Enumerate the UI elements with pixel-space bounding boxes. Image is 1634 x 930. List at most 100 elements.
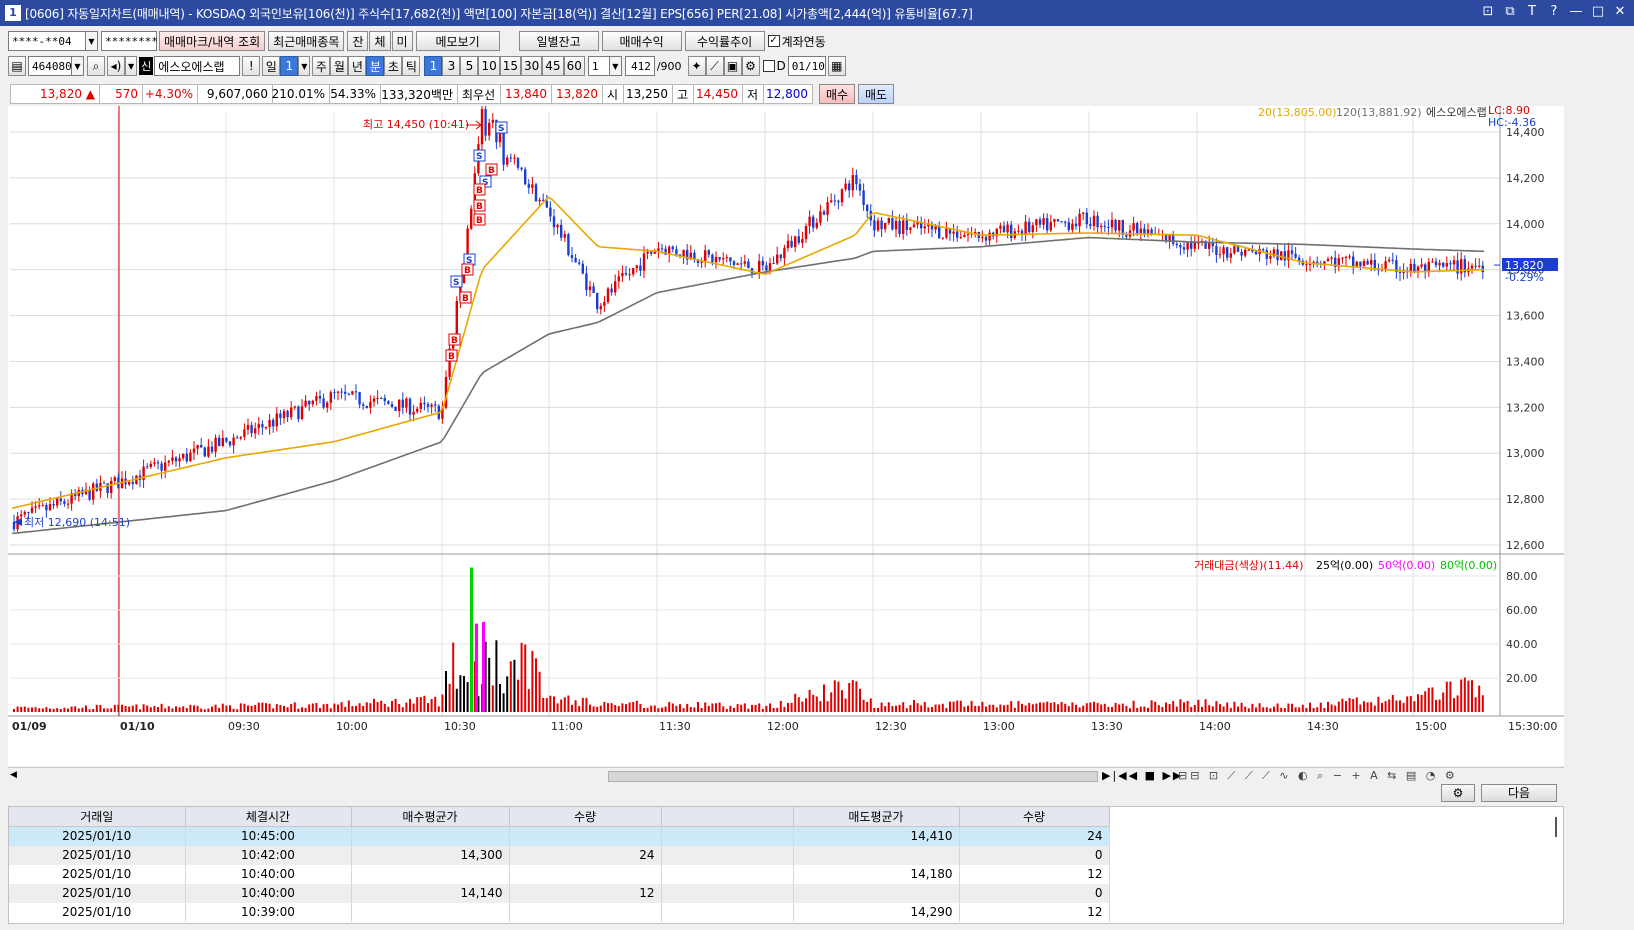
scroll-left-icon[interactable]: ◀ xyxy=(10,770,17,780)
checkbox-icon[interactable]: ✓ xyxy=(767,35,780,47)
volume-bar xyxy=(405,702,408,712)
account-input[interactable]: ****-**04 xyxy=(8,31,86,51)
font-icon[interactable]: T xyxy=(1524,4,1540,19)
candle-body xyxy=(808,216,811,227)
chart-panel[interactable]: 14,40014,20014,00013,80013,60013,40013,2… xyxy=(8,101,1564,766)
volume-bar xyxy=(1309,702,1311,712)
buy-button[interactable]: 매수 xyxy=(819,84,855,104)
minimize-icon[interactable]: — xyxy=(1568,4,1584,19)
pin-icon[interactable]: ⊡ xyxy=(1480,4,1496,19)
sell-button[interactable]: 매도 xyxy=(858,84,894,104)
candle-body xyxy=(866,205,869,212)
code-dropdown-icon[interactable]: ▼ xyxy=(72,56,84,76)
grid-settings-icon[interactable]: ⚙ xyxy=(1441,784,1475,802)
interval-3[interactable]: 3 xyxy=(442,56,461,76)
period-year[interactable]: 년 xyxy=(348,56,367,76)
account-dropdown-icon[interactable]: ▼ xyxy=(86,31,98,51)
candle-body xyxy=(1002,225,1006,233)
save-icon[interactable]: ▣ xyxy=(723,56,742,76)
draw-line-icon[interactable]: ⟋ xyxy=(705,56,724,76)
price-volume-chart[interactable]: 14,40014,20014,00013,80013,60013,40013,2… xyxy=(8,101,1564,766)
drawing-tools[interactable]: ⊟⊟ ⊡ ⟋ ⟋ ⟋ ∿ ◐ ⌕ − + A ⇆ ▤ ◔ ⚙ xyxy=(1178,769,1458,783)
col-exec-time: 체결시간 xyxy=(185,807,352,827)
alert-button[interactable]: ! xyxy=(242,56,261,76)
volume-bar xyxy=(1111,707,1113,712)
volume-bar xyxy=(409,698,411,712)
volume-bar xyxy=(369,703,372,712)
settings-icon[interactable]: ⚙ xyxy=(741,56,760,76)
unexecuted-button[interactable]: 미 xyxy=(391,31,413,51)
candle-body xyxy=(1053,219,1056,222)
table-row[interactable]: 2025/01/10 10:40:00 14,140 12 0 xyxy=(9,883,1110,903)
sound-icon[interactable]: ◂) xyxy=(107,56,125,76)
d-checkbox[interactable] xyxy=(762,60,775,72)
sound-dropdown-icon[interactable]: ▼ xyxy=(125,56,138,76)
calendar-icon[interactable]: ▦ xyxy=(827,56,846,76)
count-input[interactable]: 1 xyxy=(587,56,610,76)
maximize-icon[interactable]: □ xyxy=(1590,4,1606,19)
period-day[interactable]: 일 xyxy=(262,56,281,76)
bar-count-input[interactable]: 412 xyxy=(624,56,655,76)
table-cell: 10:42:00 xyxy=(185,845,352,865)
trade-mark-button[interactable]: 매매마크/내역 조회 xyxy=(159,31,266,51)
count-dropdown-icon[interactable]: ▼ xyxy=(609,56,622,76)
search-icon[interactable]: ⌕ xyxy=(87,56,105,76)
memo-button[interactable]: 메모보기 xyxy=(415,31,500,51)
volume-bar xyxy=(387,706,390,712)
link-icon[interactable]: ⧉ xyxy=(1502,4,1518,19)
interval-60[interactable]: 60 xyxy=(563,56,585,76)
period-month[interactable]: 월 xyxy=(330,56,349,76)
password-input[interactable]: ******** xyxy=(101,31,158,51)
daily-balance-button[interactable]: 일별잔고 xyxy=(518,31,599,51)
interval-45[interactable]: 45 xyxy=(542,56,564,76)
executed-button[interactable]: 체 xyxy=(369,31,391,51)
help-icon[interactable]: ? xyxy=(1546,4,1562,19)
period-second[interactable]: 초 xyxy=(384,56,403,76)
candle-body xyxy=(408,398,412,415)
period-minute[interactable]: 분 xyxy=(366,56,385,76)
period-dropdown-icon[interactable]: ▼ xyxy=(298,56,311,76)
interval-10[interactable]: 10 xyxy=(478,56,500,76)
period-tick[interactable]: 틱 xyxy=(402,56,421,76)
stock-code-input[interactable]: 464080 xyxy=(28,56,72,76)
volume-bar xyxy=(542,697,545,712)
close-icon[interactable]: ✕ xyxy=(1612,4,1628,19)
period-week[interactable]: 주 xyxy=(312,56,331,76)
candle-body xyxy=(1060,221,1063,223)
table-row[interactable]: 2025/01/10 10:40:00 14,180 12 xyxy=(9,864,1110,884)
stock-legend: 에스오에스랩 xyxy=(1426,106,1487,119)
playback-controls[interactable]: ▶|◀◀ ■ ▶▶ xyxy=(1102,769,1183,782)
interval-30[interactable]: 30 xyxy=(521,56,543,76)
interval-15[interactable]: 15 xyxy=(499,56,521,76)
indicator-icon[interactable]: ✦ xyxy=(687,56,706,76)
candle-body xyxy=(200,445,203,448)
volume-bar xyxy=(268,703,271,712)
volume-bar xyxy=(1215,701,1218,712)
interval-5[interactable]: 5 xyxy=(460,56,479,76)
scroll-thumb[interactable] xyxy=(608,771,1098,782)
candle-body xyxy=(603,301,606,306)
candle-body xyxy=(390,404,394,407)
layout-icon[interactable]: ▤ xyxy=(8,56,26,76)
volume-bar xyxy=(981,701,984,712)
buy-marker-letter: B xyxy=(488,166,495,176)
candle-body xyxy=(1283,251,1286,261)
trades-table: 거래일 체결시간 매수평균가 수량 매도평균가 수량 2025/01/10 10:… xyxy=(9,807,1110,922)
table-row[interactable]: 2025/01/10 10:45:00 14,410 24 xyxy=(9,826,1110,846)
chart-scrollbar[interactable]: ◀ ▶|◀◀ ■ ▶▶ ⊟⊟ ⊡ ⟋ ⟋ ⟋ ∿ ◐ ⌕ − + A ⇆ ▤ ◔… xyxy=(8,767,1564,785)
profit-trend-button[interactable]: 수익률추이 xyxy=(684,31,765,51)
volume-bar xyxy=(873,707,876,712)
grid-scroll-indicator[interactable] xyxy=(1555,817,1557,837)
account-link-checkbox[interactable]: ✓ 계좌연동 xyxy=(767,33,826,50)
table-row[interactable]: 2025/01/10 10:39:00 14,290 12 xyxy=(9,902,1110,922)
recent-trades-button[interactable]: 최근매매종목 xyxy=(268,31,345,51)
trade-profit-button[interactable]: 매매수익 xyxy=(601,31,682,51)
interval-1[interactable]: 1 xyxy=(424,56,443,76)
table-cell xyxy=(661,883,794,903)
next-button[interactable]: 다음 xyxy=(1481,784,1557,802)
date-input[interactable]: 01/10 xyxy=(787,56,826,76)
period-day-count[interactable]: 1 xyxy=(280,56,299,76)
table-cell: 14,290 xyxy=(793,902,960,922)
balance-button[interactable]: 잔 xyxy=(347,31,369,51)
table-row[interactable]: 2025/01/10 10:42:00 14,300 24 0 xyxy=(9,845,1110,865)
